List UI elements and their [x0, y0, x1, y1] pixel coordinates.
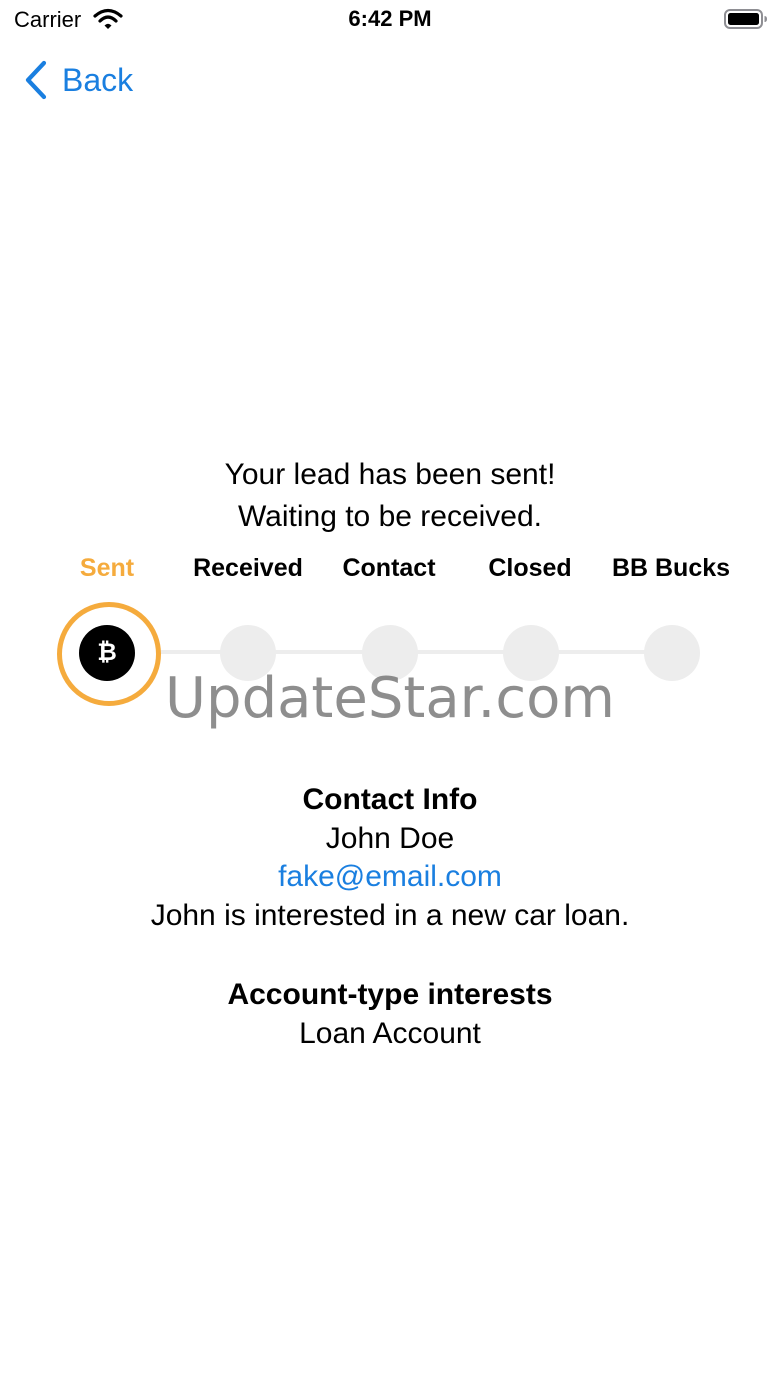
step-label-received: Received: [193, 554, 303, 582]
step-label-sent: Sent: [79, 554, 135, 582]
back-label: Back: [62, 61, 134, 98]
status-message: Your lead has been sent! Waiting to be r…: [0, 454, 780, 538]
account-interests: Account-type interests Loan Account: [0, 976, 780, 1053]
account-interests-value: Loan Account: [299, 1016, 481, 1050]
step-label-contact: Contact: [342, 554, 436, 582]
account-interests-title: Account-type interests: [227, 978, 553, 1011]
chevron-left-icon: [25, 60, 47, 100]
contact-name: John Doe: [325, 821, 455, 855]
lead-status-screen: Carrier 6:42 PM Back Your lead has been …: [0, 0, 780, 1387]
contact-note: John is interested in a new car loan.: [150, 898, 630, 932]
watermark: UpdateStar.com: [165, 666, 615, 731]
contact-email-link[interactable]: fake@email.com: [0, 858, 780, 897]
back-button[interactable]: Back: [24, 58, 133, 102]
contact-info: Contact Info John Doe fake@email.com Joh…: [0, 781, 780, 935]
battery-icon: [724, 9, 767, 29]
step-label-closed: Closed: [488, 554, 572, 582]
contact-info-title: Contact Info: [302, 783, 478, 816]
status-line-1: Your lead has been sent!: [224, 458, 556, 491]
step-label-bb-bucks: BB Bucks: [611, 554, 731, 582]
status-bar: Carrier 6:42 PM: [0, 0, 780, 40]
status-time: 6:42 PM: [348, 6, 432, 31]
status-line-2: Waiting to be received.: [237, 500, 543, 533]
